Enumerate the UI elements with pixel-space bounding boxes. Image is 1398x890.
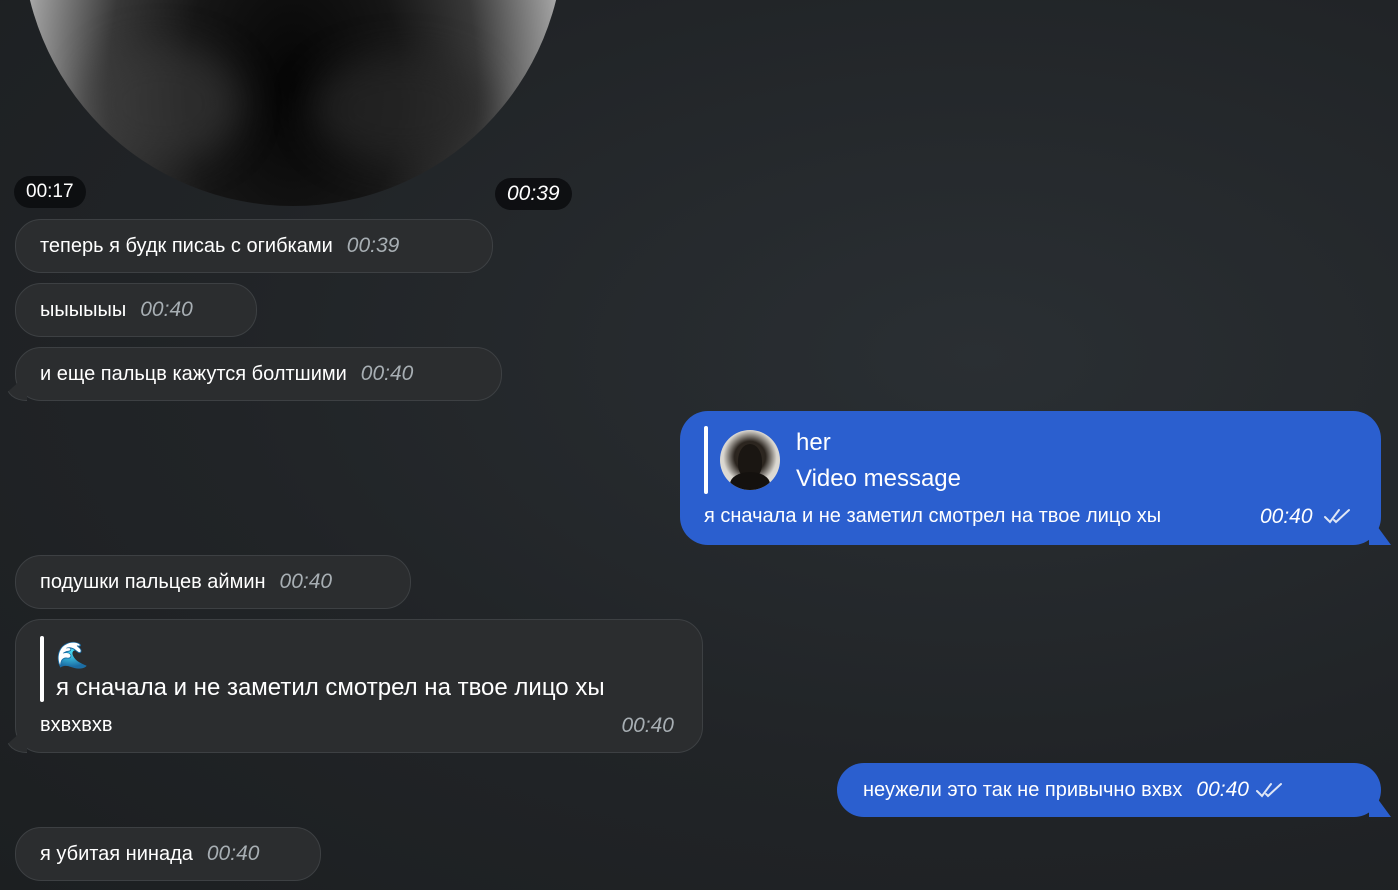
quoted-text: я сначала и не заметил смотрел на твое л… — [56, 674, 605, 701]
reply-sender-name: her — [796, 429, 831, 456]
double-check-icon — [1255, 783, 1282, 798]
video-blur-shape — [82, 44, 242, 164]
incoming-message[interactable]: подушки пальцев аймин 00:40 — [15, 555, 411, 609]
double-check-icon — [1324, 509, 1350, 524]
incoming-message[interactable]: теперь я будк писаь с огибками 00:39 — [15, 219, 493, 273]
video-duration-badge: 00:17 — [14, 176, 86, 208]
video-message-circle[interactable] — [22, 0, 564, 206]
message-time: 00:40 — [360, 362, 414, 385]
outgoing-message[interactable]: неужели это так не привычно вхвх 00:40 — [837, 763, 1381, 817]
message-text: ыыыыыы — [40, 298, 127, 321]
message-time: 00:40 — [140, 298, 193, 321]
message-time: 00:40 — [621, 714, 674, 737]
message-time: 00:39 — [346, 234, 400, 257]
message-meta: 00:40 — [1260, 505, 1353, 529]
message-text: и еще пальцв кажутся болтшими — [40, 362, 347, 385]
message-text: вхвхвхв — [40, 714, 113, 736]
message-text: я убитая нинада — [40, 842, 193, 865]
avatar-body-shape — [730, 472, 770, 490]
incoming-message[interactable]: и еще пальцв кажутся болтшими 00:40 — [15, 347, 502, 401]
outgoing-message[interactable]: her Video message я сначала и не заметил… — [680, 411, 1381, 545]
message-time: 00:40 — [1259, 505, 1313, 528]
message-time: 00:40 — [206, 842, 260, 865]
message-text: я сначала и не заметил смотрел на твое л… — [704, 505, 1162, 527]
incoming-message[interactable]: ыыыыыы 00:40 — [15, 283, 257, 337]
message-text: неужели это так не привычно вхвх — [863, 778, 1183, 801]
message-text: подушки пальцев аймин — [40, 570, 266, 593]
avatar — [720, 430, 780, 490]
message-time: 00:40 — [279, 570, 333, 593]
incoming-message[interactable]: 🌊 я сначала и не заметил смотрел на твое… — [15, 619, 703, 753]
reply-quote-bar — [40, 636, 44, 702]
reply-preview-text: Video message — [796, 465, 961, 492]
video-blur-shape — [312, 54, 492, 164]
message-text: теперь я будк писаь с огибками — [40, 234, 333, 257]
reply-quote-bar — [704, 426, 708, 494]
incoming-message[interactable]: я убитая нинада 00:40 — [15, 827, 321, 881]
message-time: 00:40 — [1196, 778, 1249, 801]
wave-emoji-icon: 🌊 — [56, 640, 89, 670]
video-time-badge: 00:39 — [495, 178, 572, 210]
